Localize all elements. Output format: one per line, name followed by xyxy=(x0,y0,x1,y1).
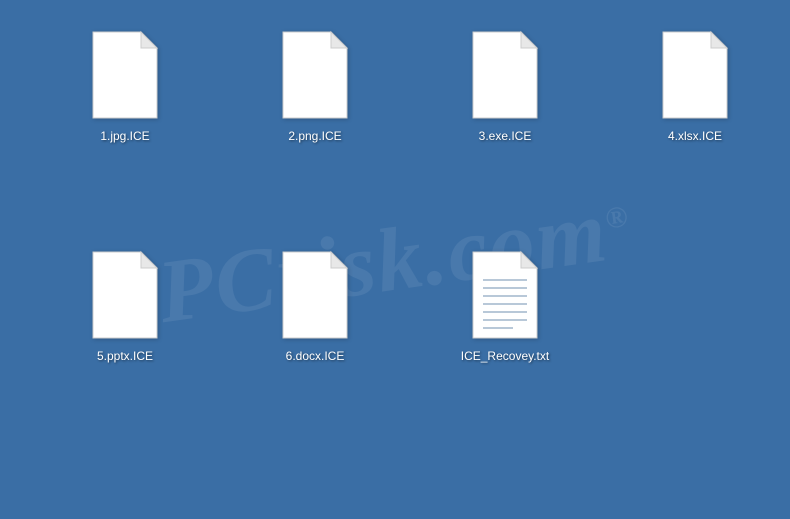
file-item[interactable]: 4.xlsx.ICE xyxy=(610,20,780,220)
file-item[interactable]: 6.docx.ICE xyxy=(230,240,400,440)
blank-file-icon xyxy=(279,250,351,340)
desktop-area: 1.jpg.ICE 2.png.ICE 3.exe.ICE 4.xlsx.ICE… xyxy=(0,0,790,460)
blank-file-icon xyxy=(469,30,541,120)
file-item[interactable]: ICE_Recovey.txt xyxy=(420,240,590,440)
blank-file-icon xyxy=(659,30,731,120)
file-item[interactable]: 2.png.ICE xyxy=(230,20,400,220)
file-label: 4.xlsx.ICE xyxy=(668,128,722,145)
blank-file-icon xyxy=(89,250,161,340)
file-label: 1.jpg.ICE xyxy=(100,128,149,145)
file-label: 6.docx.ICE xyxy=(286,348,345,365)
file-label: 2.png.ICE xyxy=(288,128,341,145)
file-item[interactable]: 3.exe.ICE xyxy=(420,20,590,220)
blank-file-icon xyxy=(89,30,161,120)
text-file-icon xyxy=(469,250,541,340)
file-label: 3.exe.ICE xyxy=(479,128,532,145)
file-item[interactable]: 1.jpg.ICE xyxy=(40,20,210,220)
file-label: 5.pptx.ICE xyxy=(97,348,153,365)
file-label: ICE_Recovey.txt xyxy=(461,348,549,365)
file-item[interactable]: 5.pptx.ICE xyxy=(40,240,210,440)
blank-file-icon xyxy=(279,30,351,120)
